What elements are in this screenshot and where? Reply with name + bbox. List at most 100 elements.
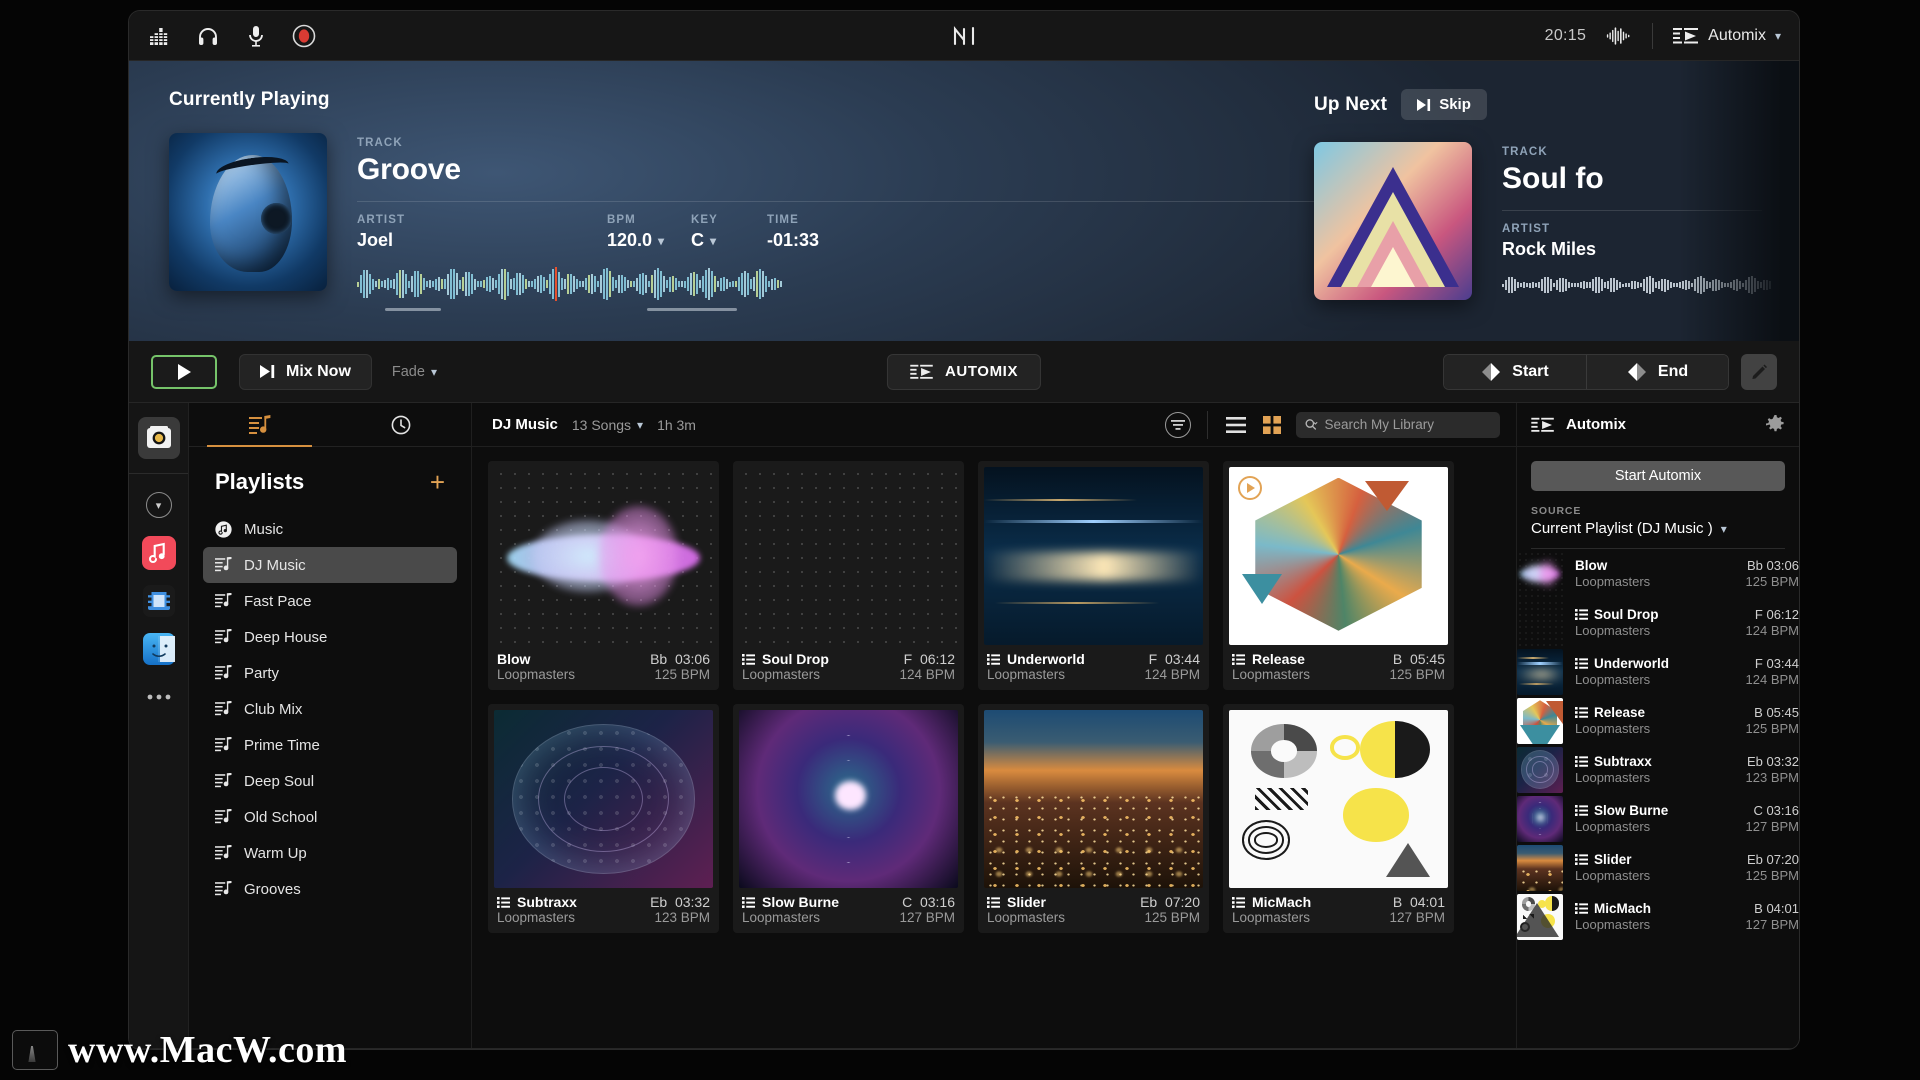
track-artist: Loopmasters xyxy=(497,667,576,682)
queue-track-artist: Loopmasters xyxy=(1575,623,1651,638)
automix-panel: Automix Start Automix SOURCE Current Pla… xyxy=(1516,403,1799,1048)
track-card[interactable]: Soul Drop F 06:12 Loopmasters 124 BPM xyxy=(733,461,964,690)
time-field-label: TIME xyxy=(767,214,799,226)
grid-view-icon[interactable] xyxy=(1260,413,1284,437)
play-button[interactable] xyxy=(151,354,217,389)
rail-item-finder[interactable] xyxy=(138,628,180,670)
search-box[interactable] xyxy=(1296,411,1500,438)
queue-track-key-time: B 05:45 xyxy=(1754,705,1799,720)
sidebar-item-club-mix[interactable]: Club Mix xyxy=(203,691,457,727)
playlist-icon xyxy=(215,701,232,716)
chevron-down-icon[interactable]: ▾ xyxy=(658,234,664,248)
desktop-background: 20:15 Automix ▾ Currently Playing TRACK … xyxy=(0,0,1920,1080)
track-artwork xyxy=(984,710,1203,888)
track-card-info: Underworld F 03:44 Loopmasters 124 BPM xyxy=(978,645,1209,690)
track-card-info: Slow Burne C 03:16 Loopmasters 127 BPM xyxy=(733,888,964,933)
headphones-icon[interactable] xyxy=(195,23,221,49)
track-card[interactable]: Blow Bb 03:06 Loopmasters 125 BPM xyxy=(488,461,719,690)
automix-queue-item[interactable]: Soul Drop F 06:12 Loopmasters 124 BPM xyxy=(1517,598,1799,647)
automix-button[interactable]: AUTOMIX xyxy=(886,353,1042,390)
edit-button[interactable] xyxy=(1741,353,1777,390)
search-input[interactable] xyxy=(1324,417,1491,432)
sidebar-item-warm-up[interactable]: Warm Up xyxy=(203,835,457,871)
library-title: DJ Music xyxy=(492,416,558,433)
sidebar-item-party[interactable]: Party xyxy=(203,655,457,691)
equalizer-icon[interactable] xyxy=(147,23,173,49)
bpm-stat[interactable]: BPM 120.0 ▾ xyxy=(607,214,691,251)
tab-history[interactable] xyxy=(330,403,471,446)
rail-item-expand[interactable]: ▾ xyxy=(138,484,180,526)
track-card[interactable]: MicMach B 04:01 Loopmasters 127 BPM xyxy=(1223,704,1454,933)
queue-track-artwork xyxy=(1517,697,1563,744)
song-count-dropdown[interactable]: 13 Songs ▾ xyxy=(572,417,643,433)
mix-now-button[interactable]: Mix Now xyxy=(239,353,372,390)
skip-button[interactable]: Skip xyxy=(1401,89,1487,120)
start-button[interactable]: Start xyxy=(1444,354,1586,389)
now-playing-waveform[interactable] xyxy=(357,267,787,311)
queue-track-artist: Loopmasters xyxy=(1575,721,1651,736)
fade-dropdown[interactable]: Fade ▾ xyxy=(392,364,437,380)
sidebar-item-fast-pace[interactable]: Fast Pace xyxy=(203,583,457,619)
library-grid-scroll[interactable]: Blow Bb 03:06 Loopmasters 125 BPM Soul Drop F… xyxy=(472,447,1516,1048)
automix-queue-item[interactable]: Slider Eb 07:20 Loopmasters 125 BPM xyxy=(1517,843,1799,892)
key-stat[interactable]: KEY C ▾ xyxy=(691,214,767,251)
tab-playlists[interactable] xyxy=(189,403,330,447)
library-header: DJ Music 13 Songs ▾ 1h 3m xyxy=(472,403,1516,447)
titlebar-left-tools xyxy=(147,23,317,49)
playlist-icon xyxy=(215,881,232,897)
track-card[interactable]: Subtraxx Eb 03:32 Loopmasters 123 BPM xyxy=(488,704,719,933)
source-dropdown[interactable]: Current Playlist (DJ Music ) ▾ xyxy=(1531,520,1785,537)
track-card[interactable]: Release B 05:45 Loopmasters 125 BPM xyxy=(1223,461,1454,690)
automix-queue-item[interactable]: Release B 05:45 Loopmasters 125 BPM xyxy=(1517,696,1799,745)
rail-item-camera[interactable] xyxy=(137,417,180,459)
track-list-icon xyxy=(1232,653,1245,665)
microphone-icon[interactable] xyxy=(243,23,269,49)
mix-next-icon xyxy=(260,365,275,378)
titlebar-divider xyxy=(1652,22,1654,49)
queue-track-name: Slow Burne xyxy=(1594,803,1669,818)
automix-queue-item[interactable]: Blow Bb 03:06 Loopmasters 125 BPM xyxy=(1517,549,1799,598)
add-playlist-button[interactable]: + xyxy=(430,469,445,495)
rail-item-more[interactable] xyxy=(138,676,180,718)
list-view-icon[interactable] xyxy=(1224,413,1248,437)
queue-track-artwork xyxy=(1517,795,1563,842)
source-value: Current Playlist (DJ Music ) xyxy=(1531,520,1713,537)
audio-waveform-icon[interactable] xyxy=(1606,23,1632,49)
sidebar-item-prime-time[interactable]: Prime Time xyxy=(203,727,457,763)
sidebar-item-dj-music[interactable]: DJ Music xyxy=(203,547,457,583)
sidebar-item-old-school[interactable]: Old School xyxy=(203,799,457,835)
mix-now-label: Mix Now xyxy=(286,362,351,380)
track-card[interactable]: Underworld F 03:44 Loopmasters 124 BPM xyxy=(978,461,1209,690)
chevron-down-icon[interactable]: ▾ xyxy=(710,234,716,248)
track-artwork xyxy=(494,467,713,645)
automix-queue-item[interactable]: Subtraxx Eb 03:32 Loopmasters 123 BPM xyxy=(1517,745,1799,794)
track-field-label: TRACK xyxy=(357,137,403,149)
queue-track-key-time: F 06:12 xyxy=(1754,607,1799,622)
record-icon[interactable] xyxy=(291,23,317,49)
filter-icon[interactable] xyxy=(1165,411,1191,438)
playlist-item-label: Music xyxy=(244,520,284,538)
track-card[interactable]: Slow Burne C 03:16 Loopmasters 127 BPM xyxy=(733,704,964,933)
gear-icon[interactable] xyxy=(1766,415,1785,434)
currently-playing-label: Currently Playing xyxy=(169,89,330,110)
sidebar-item-deep-house[interactable]: Deep House xyxy=(203,619,457,655)
sidebar-item-music[interactable]: Music xyxy=(203,511,457,547)
track-card[interactable]: Slider Eb 07:20 Loopmasters 125 BPM xyxy=(978,704,1209,933)
automix-queue-item[interactable]: MicMach B 04:01 Loopmasters 127 BPM xyxy=(1517,892,1799,941)
app-rail: ▾ xyxy=(129,403,189,1048)
sidebar-item-deep-soul[interactable]: Deep Soul xyxy=(203,763,457,799)
automix-queue-item[interactable]: Slow Burne C 03:16 Loopmasters 127 BPM xyxy=(1517,794,1799,843)
automix-controls: Start Automix SOURCE Current Playlist (D… xyxy=(1517,447,1799,549)
rail-item-video[interactable] xyxy=(138,580,180,622)
track-name: Soul Drop xyxy=(762,651,829,667)
sidebar-item-grooves[interactable]: Grooves xyxy=(203,871,457,907)
track-artwork xyxy=(984,467,1203,645)
time-stat: TIME -01:33 xyxy=(767,214,877,251)
rail-item-music[interactable] xyxy=(138,532,180,574)
automix-queue-item[interactable]: Underworld F 03:44 Loopmasters 124 BPM xyxy=(1517,647,1799,696)
automix-menu-button[interactable]: Automix ▾ xyxy=(1673,26,1781,46)
automix-queue-list[interactable]: Blow Bb 03:06 Loopmasters 125 BPM Soul Drop F… xyxy=(1517,549,1799,1048)
titlebar: 20:15 Automix ▾ xyxy=(129,11,1799,61)
start-automix-button[interactable]: Start Automix xyxy=(1531,461,1785,491)
end-button[interactable]: End xyxy=(1586,354,1728,389)
